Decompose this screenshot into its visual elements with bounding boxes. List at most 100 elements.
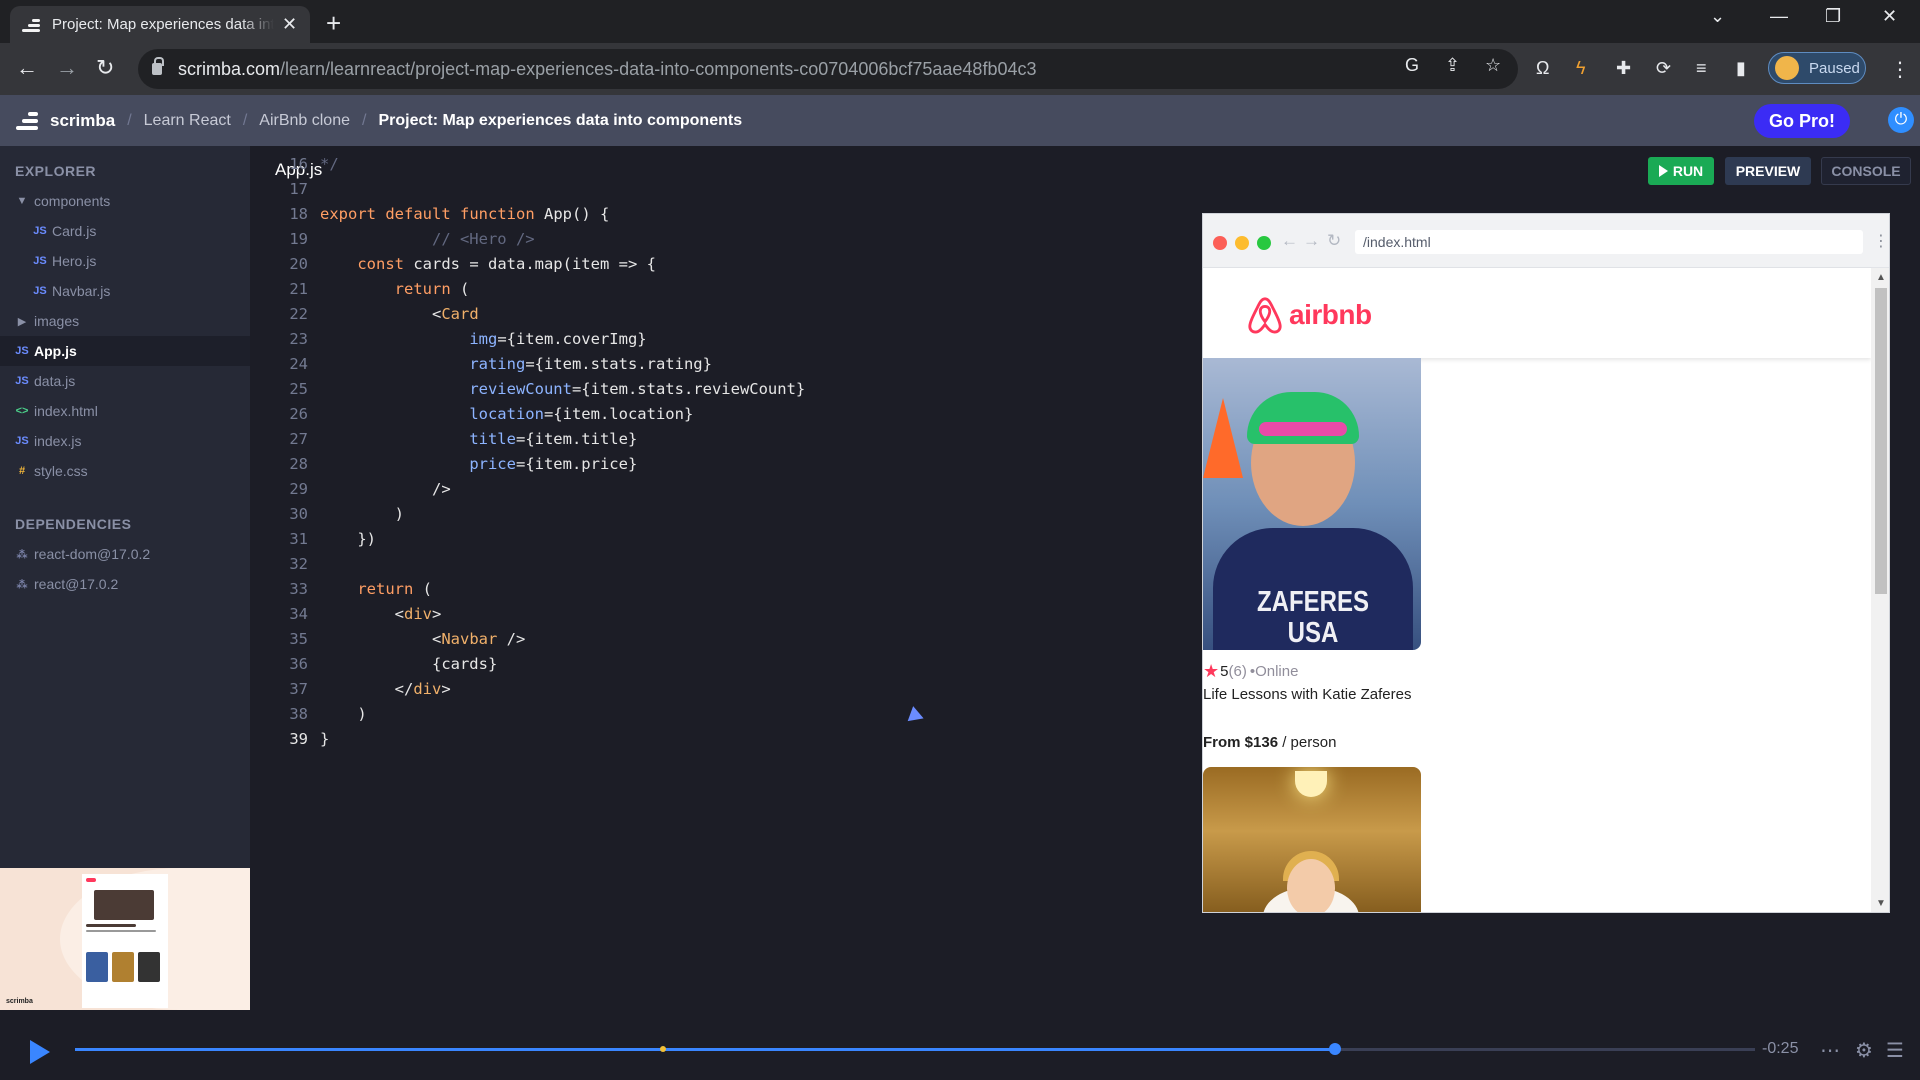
star-icon: ★ <box>1203 661 1220 681</box>
line-number: 27 <box>289 430 308 448</box>
preview-reload-icon[interactable]: ↻ <box>1327 231 1341 251</box>
url-host: scrimba.com <box>178 58 281 79</box>
minimize-icon[interactable]: — <box>1770 6 1788 27</box>
airbnb-logo: airbnb <box>1247 296 1372 334</box>
code-line[interactable]: 18 export default function App() { <box>250 202 1200 227</box>
side-panel-icon[interactable]: ▮ <box>1736 58 1746 79</box>
preview-url[interactable]: /index.html <box>1355 230 1863 254</box>
code-text: price={item.price} <box>469 455 638 473</box>
share-icon[interactable]: ⇪ <box>1445 55 1460 76</box>
restore-icon[interactable]: ❐ <box>1825 6 1841 27</box>
code-line[interactable]: 23 img={item.coverImg} <box>250 327 1200 352</box>
play-icon <box>1658 165 1668 177</box>
browser-menu-icon[interactable]: ⋮ <box>1890 57 1910 82</box>
code-line[interactable]: 34 <div> <box>250 602 1200 627</box>
preview-scrollbar[interactable]: ▲ ▼ <box>1871 268 1889 912</box>
preview-forward-icon[interactable]: → <box>1303 231 1320 251</box>
breadcrumb-airbnb-clone[interactable]: AirBnb clone <box>259 112 350 130</box>
tab-search-icon[interactable]: ⌄ <box>1710 6 1725 27</box>
code-line[interactable]: 25 reviewCount={item.stats.reviewCount} <box>250 377 1200 402</box>
scrollbar-thumb[interactable] <box>1875 288 1887 594</box>
run-button[interactable]: RUN <box>1648 157 1714 185</box>
code-line[interactable]: 21 return ( <box>250 277 1200 302</box>
code-editor[interactable]: App.js 16 */17 18 export default function A… <box>250 146 1200 1010</box>
sidebar-item[interactable]: JS index.js <box>0 426 250 456</box>
extension-bolt-icon[interactable]: ϟ <box>1576 58 1586 79</box>
code-line[interactable]: 27 title={item.title} <box>250 427 1200 452</box>
code-line[interactable]: 37 </div> <box>250 677 1200 702</box>
scroll-down-icon[interactable]: ▼ <box>1876 898 1886 909</box>
code-line[interactable]: 19 // <Hero /> <box>250 227 1200 252</box>
code-line[interactable]: 36 {cards} <box>250 652 1200 677</box>
sidebar-item[interactable]: ▼ components <box>0 186 250 216</box>
lock-icon[interactable] <box>152 57 164 75</box>
media-list-icon[interactable]: ≡ <box>1696 58 1707 79</box>
code-text: export default function App() { <box>320 205 610 223</box>
preview-back-icon[interactable]: ← <box>1281 231 1298 251</box>
forward-icon[interactable]: → <box>56 55 78 81</box>
sidebar-item[interactable]: JS Hero.js <box>0 246 250 276</box>
line-number: 31 <box>289 530 308 548</box>
sidebar-item[interactable]: JS Navbar.js <box>0 276 250 306</box>
code-line[interactable]: 22 <Card <box>250 302 1200 327</box>
scrimba-logo[interactable]: scrimba <box>16 111 115 131</box>
code-line[interactable]: 20 const cards = data.map(item => { <box>250 252 1200 277</box>
code-text: ) <box>320 705 367 723</box>
play-button[interactable] <box>30 1040 50 1064</box>
code-line[interactable]: 30 ) <box>250 502 1200 527</box>
preview-menu-icon[interactable]: ⋮ <box>1873 231 1889 251</box>
new-tab-icon[interactable]: + <box>326 8 341 39</box>
more-icon[interactable]: ⋯ <box>1820 1038 1840 1063</box>
browser-tab[interactable]: Project: Map experiences data into compo… <box>10 6 310 43</box>
bookmark-star-icon[interactable]: ☆ <box>1485 55 1501 76</box>
explorer-heading: EXPLORER <box>15 163 97 179</box>
back-icon[interactable]: ← <box>16 55 38 81</box>
dependency-item[interactable]: ⁂ react-dom@17.0.2 <box>0 539 250 569</box>
code-line[interactable]: 29 /> <box>250 477 1200 502</box>
power-icon[interactable]: ⏻ <box>1888 107 1914 133</box>
code-line[interactable]: 16 */ <box>250 152 1200 177</box>
sidebar-item[interactable]: JS Card.js <box>0 216 250 246</box>
reload-icon[interactable]: ↻ <box>96 55 114 81</box>
sidebar-item[interactable]: ▶ images <box>0 306 250 336</box>
console-button[interactable]: CONSOLE <box>1821 157 1911 185</box>
address-bar[interactable]: scrimba.com/learn/learnreact/project-map… <box>138 49 1518 89</box>
extensions-puzzle-icon[interactable]: ✚ <box>1616 58 1631 79</box>
timeline-marker[interactable] <box>660 1046 666 1052</box>
code-line[interactable]: 39} <box>250 727 1200 752</box>
sidebar-item-label: Hero.js <box>52 253 97 269</box>
progress-knob[interactable] <box>1329 1043 1341 1055</box>
settings-gear-icon[interactable]: ⚙ <box>1855 1038 1873 1063</box>
profile-paused-button[interactable]: Paused <box>1768 52 1866 84</box>
sidebar-item[interactable]: # style.css <box>0 456 250 486</box>
sidebar-item[interactable]: JS App.js <box>0 336 250 366</box>
code-line[interactable]: 33 return ( <box>250 577 1200 602</box>
close-tab-icon[interactable]: ✕ <box>282 14 297 35</box>
code-line[interactable]: 38 ) <box>250 702 1200 727</box>
breadcrumb-learn-react[interactable]: Learn React <box>144 112 231 130</box>
preview-button[interactable]: PREVIEW <box>1725 157 1811 185</box>
dependency-item[interactable]: ⁂ react@17.0.2 <box>0 569 250 599</box>
close-window-icon[interactable]: ✕ <box>1882 6 1897 27</box>
code-line[interactable]: 28 price={item.price} <box>250 452 1200 477</box>
code-line[interactable]: 26 location={item.location} <box>250 402 1200 427</box>
code-line[interactable]: 32 <box>250 552 1200 577</box>
sidebar-item[interactable]: JS data.js <box>0 366 250 396</box>
extension-sync-icon[interactable]: ⟳ <box>1656 58 1671 79</box>
code-text: }) <box>320 530 376 548</box>
preview-pane[interactable]: ← → ↻ /index.html ⋮ airbnb ZAFERES USA ★ … <box>1202 213 1890 913</box>
google-icon[interactable]: G <box>1405 55 1419 76</box>
scroll-up-icon[interactable]: ▲ <box>1876 272 1886 283</box>
maximize-dot-icon <box>1257 236 1271 250</box>
code-line[interactable]: 17 <box>250 177 1200 202</box>
progress-track[interactable] <box>75 1043 1755 1055</box>
menu-icon[interactable]: ☰ <box>1886 1038 1904 1063</box>
code-line[interactable]: 24 rating={item.stats.rating} <box>250 352 1200 377</box>
go-pro-button[interactable]: Go Pro! <box>1754 104 1850 138</box>
folder-closed-icon: ▶ <box>17 315 27 328</box>
sidebar-item[interactable]: <> index.html <box>0 396 250 426</box>
scrim-video-thumbnail[interactable]: scrimba <box>0 868 250 1010</box>
code-line[interactable]: 35 <Navbar /> <box>250 627 1200 652</box>
extension-omega-icon[interactable]: Ω <box>1536 58 1549 79</box>
code-line[interactable]: 31 }) <box>250 527 1200 552</box>
